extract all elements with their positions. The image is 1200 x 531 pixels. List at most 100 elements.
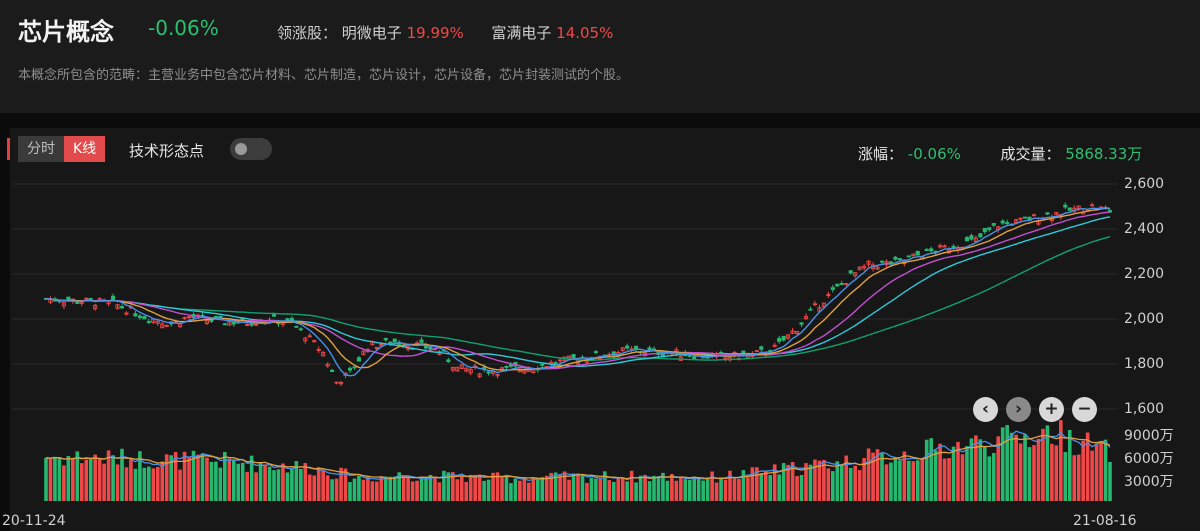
ma5-line xyxy=(45,207,1111,377)
candle-body xyxy=(651,348,657,351)
volume-bar xyxy=(1076,454,1081,501)
candle-body xyxy=(692,356,697,360)
candle-body xyxy=(978,233,983,238)
scroll-left-icon[interactable]: ‹ xyxy=(973,397,998,422)
volume-bar xyxy=(366,477,370,501)
zoom-in-icon[interactable]: + xyxy=(1039,397,1064,422)
candle-body xyxy=(571,354,576,359)
volume-bar xyxy=(321,470,325,501)
volume-bar xyxy=(486,479,491,501)
volume-bar xyxy=(79,463,84,501)
volume-bar xyxy=(424,476,428,501)
candle-body xyxy=(929,248,934,252)
volume-bar xyxy=(370,481,375,501)
volume-bar xyxy=(383,476,388,501)
volume-bar xyxy=(585,482,589,501)
candle-body xyxy=(799,322,804,325)
volume-bar xyxy=(679,477,683,501)
ma20-line xyxy=(45,211,1111,370)
volume-bar xyxy=(777,474,781,501)
candle-body xyxy=(987,227,992,231)
volume-bar xyxy=(1090,450,1094,501)
volume-bar xyxy=(911,461,916,501)
volume-bar xyxy=(71,458,75,501)
candle-body xyxy=(271,313,277,317)
volume-bar xyxy=(714,482,719,501)
candle-body xyxy=(133,313,138,317)
volume-bar xyxy=(285,472,290,501)
candle-body xyxy=(504,365,509,368)
volume-bar xyxy=(147,466,151,501)
volume-bar xyxy=(527,482,531,501)
zoom-controls: ‹ › + − xyxy=(973,397,1097,422)
volume-bar xyxy=(728,470,732,501)
ma10-line xyxy=(45,207,1111,371)
volume-bar xyxy=(312,475,317,501)
zoom-out-icon[interactable]: − xyxy=(1072,397,1097,422)
volume-bar xyxy=(960,454,965,501)
volume-bar xyxy=(307,474,312,501)
candle-body xyxy=(759,346,764,350)
candle-body xyxy=(164,325,169,327)
volume-bar xyxy=(880,453,884,501)
volume-bar xyxy=(375,481,379,501)
volume-bar xyxy=(746,477,750,501)
price-tick-label: 2,400 xyxy=(1124,221,1165,237)
volume-bar xyxy=(884,464,889,501)
volume-bar xyxy=(115,464,120,501)
candle-body xyxy=(75,302,80,304)
volume-bar xyxy=(513,478,518,501)
volume-bar xyxy=(303,463,308,501)
volume-bar xyxy=(258,463,263,501)
volume-bar xyxy=(254,472,258,501)
volume-bar xyxy=(991,452,996,501)
volume-bar xyxy=(388,476,393,501)
volume-bar xyxy=(111,455,115,501)
volume-bar xyxy=(607,480,612,501)
volume-bar xyxy=(665,480,670,501)
volume-bar xyxy=(1067,429,1072,501)
volume-bar xyxy=(656,476,661,501)
scroll-right-icon[interactable]: › xyxy=(1006,397,1031,422)
volume-bar xyxy=(325,475,330,501)
volume-bar xyxy=(437,482,442,501)
volume-bar xyxy=(410,481,415,501)
candle-body xyxy=(1067,207,1072,211)
volume-bar xyxy=(732,478,737,501)
candle-body xyxy=(1045,212,1050,215)
volume-bar xyxy=(379,476,384,501)
candle-body xyxy=(924,249,929,251)
volume-bar xyxy=(929,438,933,501)
volume-bar xyxy=(227,458,232,501)
candle-body xyxy=(969,235,974,240)
volume-bar xyxy=(741,470,746,501)
ma60-line xyxy=(45,236,1111,362)
volume-bar xyxy=(540,477,545,501)
volume-bar xyxy=(544,475,549,501)
candle-body xyxy=(982,228,987,233)
volume-bar xyxy=(576,473,580,501)
volume-bar xyxy=(611,481,616,501)
candle-body xyxy=(647,347,652,351)
volume-bar xyxy=(974,435,978,501)
volume-bar xyxy=(178,469,182,501)
candle-body xyxy=(879,260,885,263)
volume-bar xyxy=(205,457,209,501)
candle-body xyxy=(218,315,223,318)
candle-body xyxy=(356,357,361,362)
volume-bar xyxy=(915,460,920,501)
volume-bar xyxy=(947,458,951,501)
volume-bar xyxy=(223,451,227,501)
volume-bar xyxy=(737,479,741,501)
candle-body xyxy=(347,367,353,371)
volume-bar xyxy=(97,459,102,501)
candle-body xyxy=(1023,216,1028,219)
volume-bar xyxy=(571,473,576,501)
candle-body xyxy=(119,306,125,309)
candle-body xyxy=(419,339,424,343)
volume-bar xyxy=(710,471,714,501)
kline-chart[interactable] xyxy=(0,0,1200,531)
candle-body xyxy=(88,297,93,300)
volume-bar xyxy=(330,479,334,501)
candle-body xyxy=(231,321,236,325)
